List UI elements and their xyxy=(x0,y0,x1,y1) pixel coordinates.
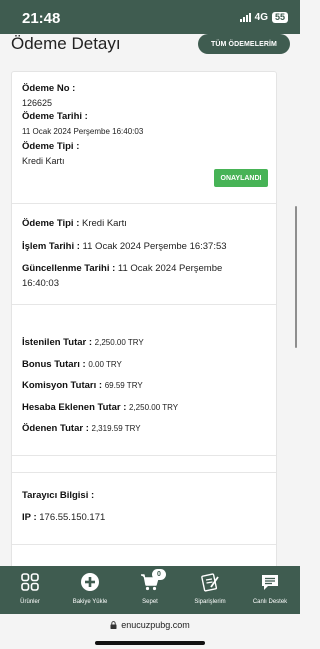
payment-date-value: 11 Ocak 2024 Perşembe 16:40:03 xyxy=(22,127,144,136)
status-time: 21:48 xyxy=(22,10,61,27)
divider xyxy=(12,455,276,456)
battery-icon: 55 xyxy=(271,12,288,23)
payment-no-label: Ödeme No : xyxy=(22,83,76,94)
payment-type-value: Kredi Kartı xyxy=(22,156,65,166)
ip-label: IP : xyxy=(22,512,37,523)
tab-products[interactable]: Ürünler xyxy=(0,566,60,614)
detail-type-label: Ödeme Tipi : xyxy=(22,218,80,229)
tab-label: Sepet xyxy=(142,599,158,605)
requested-amount-label: İstenilen Tutar : xyxy=(22,337,93,348)
browser-url-bar[interactable]: enucuzpubg.com xyxy=(0,614,300,649)
payment-date-label: Ödeme Tarihi : xyxy=(22,111,88,122)
payment-detail-card: Ödeme No : 126625 Ödeme Tarihi : 11 Ocak… xyxy=(11,71,277,566)
plus-circle-icon xyxy=(81,573,99,591)
updated-date-value: 11 Ocak 2024 Perşembe xyxy=(117,263,223,274)
chat-icon xyxy=(262,575,278,590)
payment-no-value: 126625 xyxy=(22,98,53,108)
txn-date-value: 11 Ocak 2024 Perşembe 16:37:53 xyxy=(82,241,227,252)
txn-date-row: İşlem Tarihi : 11 Ocak 2024 Perşembe 16:… xyxy=(22,241,227,252)
browser-info-row: Tarayıcı Bilgisi : xyxy=(22,490,94,501)
tab-label: Canlı Destek xyxy=(252,599,288,605)
divider xyxy=(12,472,276,473)
content-scroll-area[interactable]: Ödeme No : 126625 Ödeme Tarihi : 11 Ocak… xyxy=(0,60,300,566)
detail-type-value: Kredi Kartı xyxy=(82,218,127,229)
tab-label: Bakiye Yükle xyxy=(72,599,108,605)
url-text: enucuzpubg.com xyxy=(121,620,190,630)
page-header: Ödeme Detayı TÜM ÖDEMELERİM xyxy=(0,34,300,60)
divider xyxy=(12,203,276,204)
commission-amount-row: Komisyon Tutarı : 69.59 TRY xyxy=(22,380,143,391)
detail-type-row: Ödeme Tipi : Kredi Kartı xyxy=(22,218,127,229)
updated-date-time: 16:40:03 xyxy=(22,278,59,289)
paid-amount-value: 2,319.59 TRY xyxy=(91,424,141,433)
paid-amount-label: Ödenen Tutar : xyxy=(22,423,89,434)
tab-cart[interactable]: 0 Sepet xyxy=(120,566,180,614)
bonus-amount-row: Bonus Tutarı : 0.00 TRY xyxy=(22,359,122,370)
scrollbar[interactable] xyxy=(295,206,297,348)
requested-amount-value: 2,250.00 TRY xyxy=(94,338,144,347)
lock-icon xyxy=(110,621,117,629)
credited-amount-value: 2,250.00 TRY xyxy=(129,403,179,412)
bottom-tab-bar: Ürünler Bakiye Yükle 0 Sepet Siparişleri… xyxy=(0,566,300,614)
tab-label: Ürünler xyxy=(20,599,40,605)
divider xyxy=(12,304,276,305)
all-payments-button[interactable]: TÜM ÖDEMELERİM xyxy=(198,34,290,54)
updated-date-label: Güncellenme Tarihi : xyxy=(22,263,116,274)
browser-info-label: Tarayıcı Bilgisi : xyxy=(22,490,95,501)
orders-icon xyxy=(201,573,219,592)
bonus-amount-label: Bonus Tutarı : xyxy=(22,359,86,370)
credited-amount-label: Hesaba Eklenen Tutar : xyxy=(22,402,127,413)
network-label: 4G xyxy=(254,12,268,23)
commission-amount-label: Komisyon Tutarı : xyxy=(22,380,103,391)
grid-icon xyxy=(21,573,39,591)
url-display[interactable]: enucuzpubg.com xyxy=(0,620,300,630)
page-title: Ödeme Detayı xyxy=(11,34,121,53)
status-indicators: 4G 55 xyxy=(239,12,288,23)
status-bar: 21:48 4G 55 xyxy=(0,0,300,34)
ip-value: 176.55.150.171 xyxy=(39,512,106,523)
bonus-amount-value: 0.00 TRY xyxy=(88,360,122,369)
requested-amount-row: İstenilen Tutar : 2,250.00 TRY xyxy=(22,337,144,348)
credited-amount-row: Hesaba Eklenen Tutar : 2,250.00 TRY xyxy=(22,402,178,413)
home-indicator xyxy=(95,641,205,645)
signal-icon xyxy=(239,13,251,22)
commission-amount-value: 69.59 TRY xyxy=(104,381,143,390)
payment-type-label: Ödeme Tipi : xyxy=(22,141,80,152)
tab-label: Siparişlerim xyxy=(194,599,226,605)
divider xyxy=(12,544,276,545)
updated-date-row: Güncellenme Tarihi : 11 Ocak 2024 Perşem… xyxy=(22,263,222,274)
tab-orders[interactable]: Siparişlerim xyxy=(180,566,240,614)
cart-count-badge: 0 xyxy=(152,569,166,580)
paid-amount-row: Ödenen Tutar : 2,319.59 TRY xyxy=(22,423,141,434)
tab-top-up[interactable]: Bakiye Yükle xyxy=(60,566,120,614)
tab-live-support[interactable]: Canlı Destek xyxy=(240,566,300,614)
txn-date-label: İşlem Tarihi : xyxy=(22,241,80,252)
ip-row: IP : 176.55.150.171 xyxy=(22,512,105,523)
status-badge: ONAYLANDI xyxy=(214,169,268,187)
